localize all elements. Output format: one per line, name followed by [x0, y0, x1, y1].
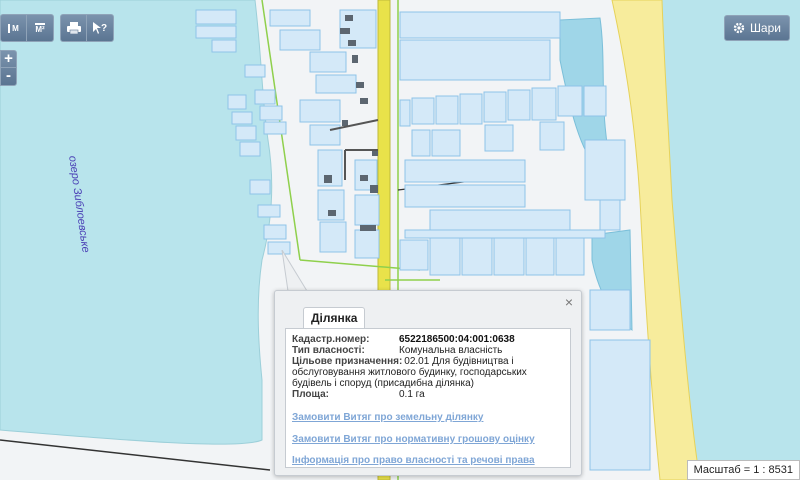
lake-water: [0, 0, 273, 445]
layers-label: Шари: [749, 21, 781, 35]
area-value: 0.1 га: [399, 389, 425, 400]
zoom-control: + -: [0, 50, 17, 86]
zoom-in-button[interactable]: +: [1, 51, 16, 68]
close-icon[interactable]: ×: [565, 294, 573, 310]
print-icon[interactable]: [61, 15, 87, 41]
ownership-info-link[interactable]: Інформація про право власності та речові…: [292, 455, 564, 466]
cadastral-row: Кадастр.номер: 6522186500:04:001:0638: [292, 334, 564, 345]
zoom-out-button[interactable]: -: [1, 68, 16, 85]
ownership-row: Тип власності: Комунальна власність: [292, 345, 564, 356]
purpose-row: Цільове призначення: 02.01 Для будівництв…: [292, 356, 564, 389]
purpose-label: Цільове призначення:: [292, 356, 403, 367]
action-toolbar: ?: [60, 14, 114, 42]
identify-cursor-icon[interactable]: ?: [87, 15, 113, 41]
order-parcel-extract-link[interactable]: Замовити Витяг про земельну ділянку: [292, 412, 564, 423]
parcel-info-popup: × Ділянка Кадастр.номер: 6522186500:04:0…: [274, 290, 582, 476]
area-label: Площа:: [292, 389, 329, 400]
cadastral-label: Кадастр.номер:: [292, 334, 370, 345]
scale-bar: Масштаб = 1 : 8531: [686, 460, 800, 480]
area-row: Площа: 0.1 га: [292, 389, 564, 400]
layers-button[interactable]: Шари: [723, 15, 790, 41]
tab-parcel[interactable]: Ділянка: [303, 307, 366, 329]
ownership-value: Комунальна власність: [399, 345, 503, 356]
parcel-info-body: Кадастр.номер: 6522186500:04:001:0638 Ти…: [285, 328, 571, 468]
order-valuation-extract-link[interactable]: Замовити Витяг про нормативну грошову оц…: [292, 434, 564, 445]
measure-toolbar: M M²: [0, 14, 54, 42]
measure-area-label: M²: [35, 22, 45, 34]
measure-line-icon[interactable]: M: [1, 15, 27, 41]
popup-pointer: [281, 250, 308, 292]
identify-label: ?: [100, 22, 108, 34]
measure-line-label: M: [8, 23, 19, 33]
gear-icon: [733, 22, 745, 34]
measure-area-icon[interactable]: M²: [27, 15, 53, 41]
ownership-label: Тип власності:: [292, 345, 365, 356]
cadastral-value: 6522186500:04:001:0638: [399, 334, 515, 345]
